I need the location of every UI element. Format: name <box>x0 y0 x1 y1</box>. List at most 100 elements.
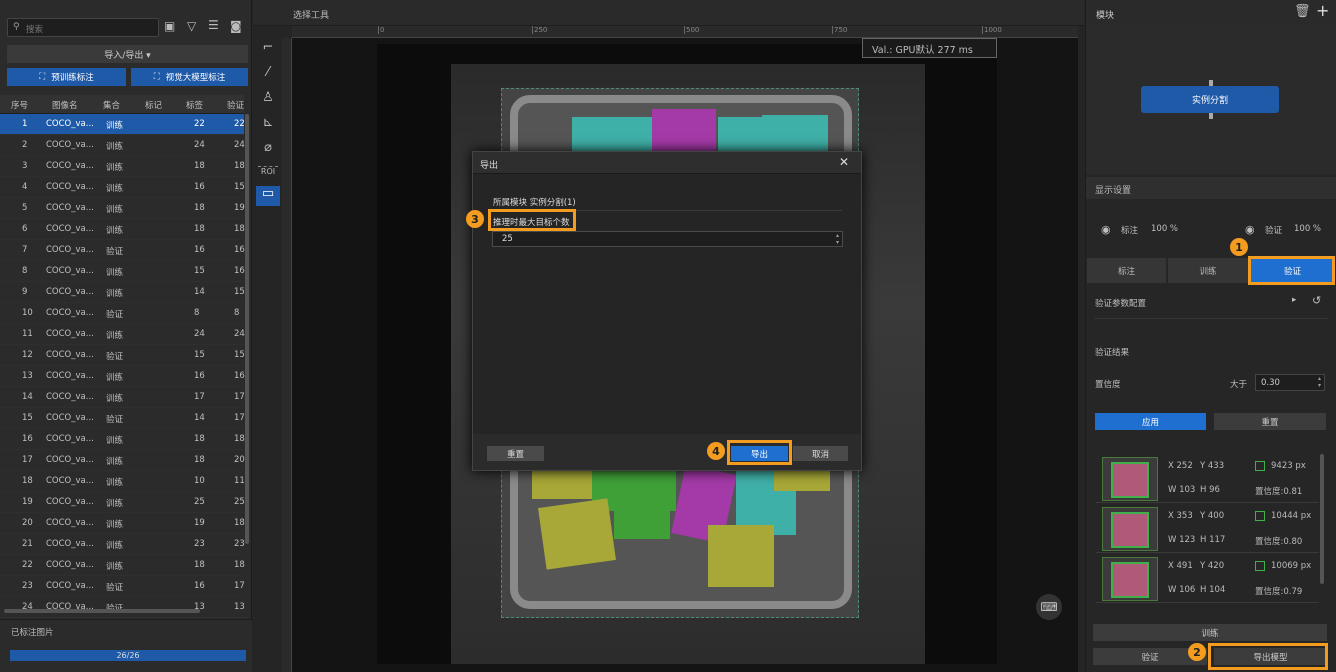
max-targets-input[interactable]: 25 ▴ ▾ <box>492 231 843 247</box>
search-input[interactable]: ⚲ 搜索 <box>7 18 159 37</box>
eye-icon[interactable]: ◉ <box>1101 223 1111 236</box>
annotate-opacity[interactable]: 100 % <box>1151 224 1178 234</box>
annotated-section: 已标注图片 26/26 <box>0 619 252 672</box>
col-set[interactable]: 集合 <box>103 99 120 111</box>
segmented-object <box>532 469 592 499</box>
table-row[interactable]: 19 COCO_va... 训练 25 25 <box>0 492 245 513</box>
verify-opacity[interactable]: 100 % <box>1294 224 1321 234</box>
cell-val: 13 <box>234 602 245 612</box>
result-mask <box>1111 462 1149 498</box>
result-checkbox[interactable] <box>1255 461 1265 471</box>
result-x: X 252 <box>1168 461 1193 471</box>
pretrain-annotate-button[interactable]: ⛶ 预训练标注 <box>7 68 126 86</box>
list-icon[interactable]: ☰ <box>208 18 219 32</box>
spin-arrows-icon[interactable]: ▴ ▾ <box>836 232 839 246</box>
llm-annotate-button[interactable]: ⛶ 视觉大模型标注 <box>131 68 248 86</box>
table-row[interactable]: 23 COCO_va... 验证 16 17 <box>0 576 245 597</box>
table-h-scrollbar[interactable] <box>4 609 200 613</box>
select-tool-icon[interactable]: ⊾ <box>258 115 278 133</box>
segmented-object <box>614 509 670 539</box>
dialog-cancel-button[interactable]: 取消 <box>793 446 848 461</box>
table-row[interactable]: 20 COCO_va... 训练 19 18 <box>0 513 245 534</box>
verify-params-label[interactable]: 验证参数配置 <box>1095 297 1146 309</box>
spin-arrows-icon[interactable]: ▴ ▾ <box>1318 375 1321 389</box>
table-row[interactable]: 9 COCO_va... 训练 14 15 <box>0 282 245 303</box>
table-row[interactable]: 17 COCO_va... 训练 18 20 <box>0 450 245 471</box>
train-button[interactable]: 训练 <box>1093 624 1327 641</box>
cell-n: 23 <box>22 581 33 591</box>
result-checkbox[interactable] <box>1255 511 1265 521</box>
tab-annotate[interactable]: 标注 <box>1087 258 1166 283</box>
cell-val: 18 <box>234 560 245 570</box>
table-row[interactable]: 24COCO_va...验证1313 <box>0 597 245 618</box>
keyboard-icon[interactable]: ⌨ <box>1036 594 1062 620</box>
expand-icon[interactable]: ▸ <box>1292 295 1296 305</box>
table-row[interactable]: 16 COCO_va... 训练 18 18 <box>0 429 245 450</box>
table-row[interactable]: 2 COCO_va... 训练 24 24 <box>0 135 245 156</box>
table-scrollbar[interactable] <box>245 114 249 544</box>
table-row[interactable]: 21 COCO_va... 训练 23 23 <box>0 534 245 555</box>
trash-icon[interactable]: 🗑 <box>1294 4 1311 19</box>
col-verify[interactable]: 验证 <box>227 99 244 111</box>
eraser-icon[interactable]: ⌀ <box>258 140 278 158</box>
table-row[interactable]: 13 COCO_va... 训练 16 16 <box>0 366 245 387</box>
table-row[interactable]: 6 COCO_va... 训练 18 18 <box>0 219 245 240</box>
table-row[interactable]: 1 COCO_va... 训练 22 22 <box>0 114 245 135</box>
cell-n: 4 <box>22 182 28 192</box>
table-row[interactable]: 14 COCO_va... 训练 17 17 <box>0 387 245 408</box>
display-settings-header: 显示设置 <box>1086 177 1336 199</box>
tab-train[interactable]: 训练 <box>1168 258 1248 283</box>
results-scrollbar[interactable] <box>1320 454 1324 584</box>
annotate-icon: ⛶ <box>39 72 46 82</box>
pretrain-label: 预训练标注 <box>51 73 94 83</box>
cell-n: 2 <box>22 140 28 150</box>
table-row[interactable]: 8 COCO_va... 训练 15 16 <box>0 261 245 282</box>
eye-icon[interactable]: ◉ <box>1245 223 1255 236</box>
result-row[interactable]: X 353 Y 400 10444 px W 123 H 117 置信度:0.80 <box>1096 504 1319 553</box>
cell-tag: 14 <box>194 413 205 423</box>
canvas-header: 选择工具 <box>253 0 1084 26</box>
table-row[interactable]: 22 COCO_va... 训练 18 18 <box>0 555 245 576</box>
rect-select-icon[interactable]: ▭ <box>256 186 280 206</box>
result-row[interactable]: X 252 Y 433 9423 px W 103 H 96 置信度:0.81 <box>1096 454 1319 503</box>
col-label[interactable]: 标签 <box>186 99 203 111</box>
col-index[interactable]: 序号 <box>11 99 28 111</box>
table-row[interactable]: 10 COCO_va... 验证 8 8 <box>0 303 244 324</box>
result-checkbox[interactable] <box>1255 561 1265 571</box>
image-filter-icon[interactable]: ▣ <box>164 19 175 33</box>
close-icon[interactable]: ✕ <box>839 155 849 169</box>
dialog-reset-button[interactable]: 重置 <box>487 446 544 461</box>
inference-info: Val.: GPU默认 277 ms <box>862 38 997 58</box>
camera-icon[interactable]: ◙ <box>230 19 242 33</box>
result-row[interactable]: X 491 Y 420 10069 px W 106 H 104 置信度:0.79 <box>1096 554 1319 603</box>
table-row[interactable]: 3 COCO_va... 训练 18 18 <box>0 156 245 177</box>
polygon-tool-icon[interactable]: ⌐ <box>258 40 278 58</box>
cell-name: COCO_va... <box>46 581 94 591</box>
table-row[interactable]: 5 COCO_va... 训练 18 19 <box>0 198 245 219</box>
history-icon[interactable]: ↺ <box>1312 294 1321 307</box>
add-icon[interactable]: + <box>1316 1 1329 20</box>
cell-set: 训练 <box>106 394 124 404</box>
cell-name: COCO_va... <box>46 497 94 507</box>
roi-tool[interactable]: ROI <box>258 166 278 184</box>
cell-val: 16 <box>234 371 245 381</box>
module-node-instance-seg[interactable]: 实例分割 <box>1141 86 1279 113</box>
reset-button[interactable]: 重置 <box>1214 413 1326 430</box>
col-tag[interactable]: 标记 <box>145 99 162 111</box>
segmented-object <box>762 115 828 153</box>
table-row[interactable]: 12 COCO_va... 验证 15 15 <box>0 345 245 366</box>
result-mask <box>1111 562 1149 598</box>
annotate-visibility-label: 标注 <box>1121 226 1139 236</box>
filter-icon[interactable]: ▽ <box>187 19 196 33</box>
confidence-input[interactable]: 0.30 ▴ ▾ <box>1255 374 1325 391</box>
table-row[interactable]: 18 COCO_va... 训练 10 11 <box>0 471 245 492</box>
import-export-button[interactable]: 导入/导出 ▾ <box>7 45 248 63</box>
stamp-tool-icon[interactable]: ♙ <box>258 90 278 108</box>
col-name[interactable]: 图像名 <box>52 99 78 111</box>
table-row[interactable]: 15 COCO_va... 验证 14 17 <box>0 408 245 429</box>
apply-button[interactable]: 应用 <box>1095 413 1206 430</box>
table-row[interactable]: 11 COCO_va... 训练 24 24 <box>0 324 245 345</box>
magic-wand-icon[interactable]: ⁄ <box>258 65 278 83</box>
table-row[interactable]: 4 COCO_va... 训练 16 15 <box>0 177 245 198</box>
table-row[interactable]: 7 COCO_va... 验证 16 16 <box>0 240 245 261</box>
